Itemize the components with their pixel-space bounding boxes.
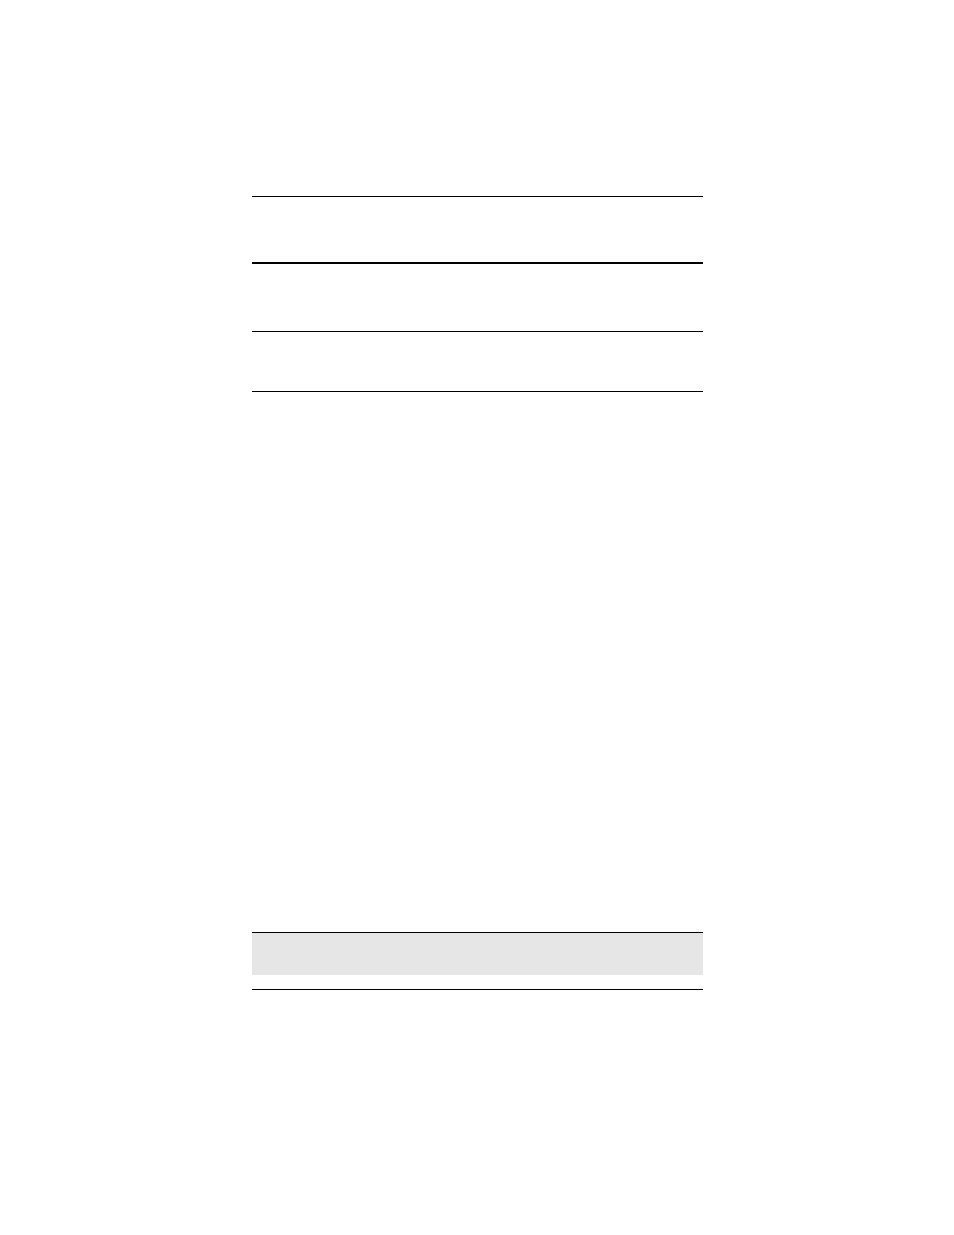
document-content [252,196,703,990]
table-bottom-rule [252,989,703,990]
spacer [252,975,703,989]
spacer [252,392,703,932]
spacer [252,332,703,391]
table-shaded-row [252,933,703,975]
spacer [252,197,703,262]
spacer [252,264,703,331]
